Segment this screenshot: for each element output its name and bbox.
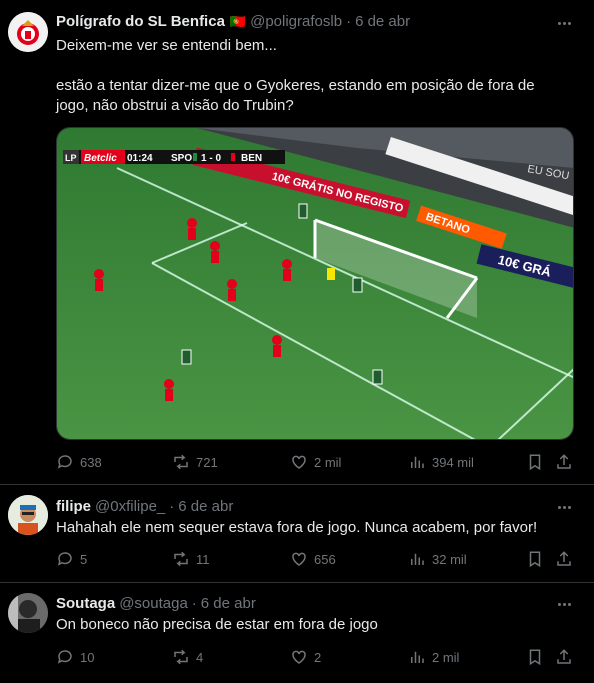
tweet-text: On boneco não precisa de estar em fora d… <box>56 616 378 633</box>
like-button[interactable]: 2 <box>290 648 321 666</box>
repost-icon <box>174 454 188 470</box>
scoreboard-sponsor: Betclic <box>84 153 117 164</box>
bookmark-icon <box>529 551 541 568</box>
tweet-text: Hahahah ele nem sequer estava fora de jo… <box>56 519 538 536</box>
share-icon <box>557 551 571 566</box>
share-icon <box>557 454 571 469</box>
views-button[interactable]: 32 mil <box>408 550 467 568</box>
share-icon <box>557 649 571 664</box>
benfica-crest-icon <box>8 12 48 52</box>
repost-icon <box>174 649 188 665</box>
handle[interactable]: @soutaga <box>119 595 188 612</box>
bookmark-icon <box>529 649 541 666</box>
avatar[interactable] <box>8 12 48 52</box>
tweet-actions: 10 4 2 2 mil <box>56 648 576 668</box>
display-name[interactable]: Soutaga <box>56 595 115 612</box>
views-count: 32 mil <box>432 551 467 567</box>
scoreboard-away: BEN <box>241 153 262 164</box>
bookmark-button[interactable] <box>526 453 544 471</box>
handle[interactable]: @0xfilipe_ <box>95 498 165 515</box>
timestamp[interactable]: 6 de abr <box>355 13 410 30</box>
tweet-actions: 638 721 2 mil 394 mil <box>56 453 576 473</box>
like-button[interactable]: 656 <box>290 550 336 568</box>
avatar-image <box>8 593 48 633</box>
tweet-header: filipe @0xfilipe_ · 6 de abr <box>56 498 233 515</box>
repost-count: 721 <box>196 454 218 470</box>
share-button[interactable] <box>555 550 573 568</box>
tweet-header: Polígrafo do SL Benfica 🇵🇹 @poligrafoslb… <box>56 13 410 30</box>
football-broadcast-image: 10€ GRÁTIS NO REGISTO BETANO 10€ GRÁ EU … <box>57 128 573 439</box>
tweet-header: Soutaga @soutaga · 6 de abr <box>56 595 256 612</box>
reply-icon <box>57 552 72 566</box>
separator-dot: · <box>346 13 352 30</box>
tweet-text-line-1: Deixem-me ver se entendi bem... <box>56 37 277 54</box>
tweet-filipe[interactable]: filipe @0xfilipe_ · 6 de abr Hahahah ele… <box>0 485 594 582</box>
repost-icon <box>174 551 188 567</box>
timestamp[interactable]: 6 de abr <box>201 595 256 612</box>
repost-count: 11 <box>196 551 210 567</box>
scoreboard-score: 1 - 0 <box>201 153 221 164</box>
like-count: 2 mil <box>314 454 342 470</box>
views-icon <box>411 651 424 663</box>
tweet-text-line-3: estão a tentar dizer-me que o Gyokeres, … <box>56 77 535 94</box>
reply-icon <box>57 455 72 469</box>
tweet-soutaga[interactable]: Soutaga @soutaga · 6 de abr On boneco nã… <box>0 583 594 683</box>
repost-count: 4 <box>196 649 204 665</box>
share-button[interactable] <box>555 453 573 471</box>
flag-portugal: 🇵🇹 <box>229 14 247 29</box>
views-button[interactable]: 394 mil <box>408 453 474 471</box>
reply-count: 638 <box>80 454 102 470</box>
reply-icon <box>57 650 72 664</box>
views-icon <box>411 456 424 468</box>
views-count: 394 mil <box>432 454 474 470</box>
like-count: 2 <box>314 649 322 665</box>
avatar-image <box>8 495 48 535</box>
more-options-icon[interactable] <box>554 499 574 515</box>
reply-button[interactable]: 10 <box>56 648 94 666</box>
separator-dot: · <box>191 595 197 612</box>
heart-icon <box>292 552 306 566</box>
svg-text:LP: LP <box>65 153 77 163</box>
tweet-actions: 5 11 656 32 mil <box>56 550 576 570</box>
views-count: 2 mil <box>432 649 460 665</box>
bookmark-icon <box>529 454 541 471</box>
like-count: 656 <box>314 551 336 567</box>
display-name[interactable]: filipe <box>56 498 91 515</box>
more-options-icon[interactable] <box>554 15 574 31</box>
timestamp[interactable]: 6 de abr <box>178 498 233 515</box>
scoreboard-clock: 01:24 <box>127 153 153 164</box>
handle[interactable]: @poligrafoslb <box>250 13 342 30</box>
display-name[interactable]: Polígrafo do SL Benfica <box>56 13 225 30</box>
views-button[interactable]: 2 mil <box>408 648 459 666</box>
repost-button[interactable]: 4 <box>172 648 203 666</box>
repost-button[interactable]: 721 <box>172 453 218 471</box>
scoreboard-home: SPO <box>171 153 192 164</box>
reply-count: 5 <box>80 551 88 567</box>
avatar[interactable] <box>8 495 48 535</box>
like-button[interactable]: 2 mil <box>290 453 341 471</box>
heart-icon <box>292 650 306 664</box>
tweet-media-image[interactable]: 10€ GRÁTIS NO REGISTO BETANO 10€ GRÁ EU … <box>56 127 574 440</box>
bookmark-button[interactable] <box>526 550 544 568</box>
reply-count: 10 <box>80 649 95 665</box>
tweet-text-line-4: jogo, não obstrui a visão do Trubin? <box>56 97 294 114</box>
separator-dot: · <box>169 498 175 515</box>
share-button[interactable] <box>555 648 573 666</box>
tweet-poligrafo[interactable]: Polígrafo do SL Benfica 🇵🇹 @poligrafoslb… <box>0 0 594 484</box>
views-icon <box>411 553 424 565</box>
reply-button[interactable]: 638 <box>56 453 102 471</box>
bookmark-button[interactable] <box>526 648 544 666</box>
repost-button[interactable]: 11 <box>172 550 210 568</box>
more-options-icon[interactable] <box>554 596 574 612</box>
reply-button[interactable]: 5 <box>56 550 87 568</box>
heart-icon <box>292 455 306 469</box>
avatar[interactable] <box>8 593 48 633</box>
